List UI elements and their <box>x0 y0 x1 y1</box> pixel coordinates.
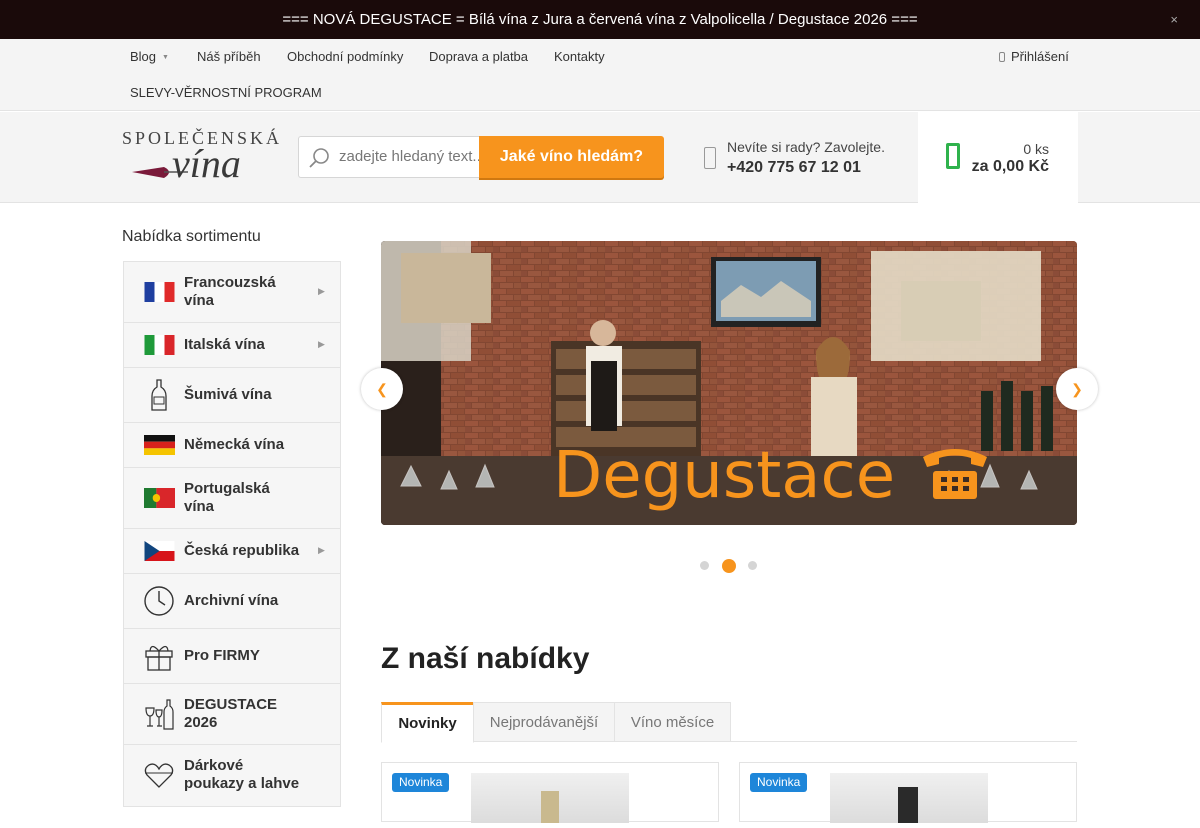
slide-caption: Degustace <box>553 439 895 513</box>
germany-flag-icon <box>144 435 175 455</box>
label-line: vína <box>184 498 215 515</box>
chevron-right-icon: ▶ <box>318 286 325 296</box>
heart-ribbon-icon <box>144 763 174 788</box>
chevron-right-icon: ❯ <box>1071 380 1083 397</box>
label-line: Dárkové <box>184 757 244 774</box>
announcement-text[interactable]: === NOVÁ DEGUSTACE = Bílá vína z Jura a … <box>282 11 917 28</box>
cart-widget[interactable]: 0 ks za 0,00 Kč <box>918 112 1078 203</box>
nav-item-shipping[interactable]: Doprava a platba <box>429 49 528 64</box>
tasting-glasses-icon <box>145 699 174 730</box>
sidebar-item-label: DEGUSTACE 2026 <box>184 696 277 732</box>
slider-next-button[interactable]: ❯ <box>1056 368 1098 410</box>
chevron-right-icon: ▶ <box>318 545 325 555</box>
wine-bottle-image <box>541 791 559 823</box>
france-flag-icon <box>144 282 175 302</box>
header: SPOLEČENSKÁ vína Jaké víno hledám? Nevít… <box>0 112 1200 203</box>
search-button[interactable]: Jaké víno hledám? <box>479 136 664 178</box>
product-image <box>471 773 629 823</box>
contact-question: Nevíte si rady? Zavolejte. <box>727 139 885 155</box>
new-badge: Novinka <box>392 773 450 792</box>
login-link[interactable]: Přihlášení <box>999 49 1069 64</box>
hero-slider[interactable]: Degustace <box>381 241 1077 525</box>
wine-bottle-image <box>898 787 918 823</box>
nav-item-blog[interactable]: Blog ▼ <box>130 49 169 64</box>
new-badge: Novinka <box>750 773 808 792</box>
phone-icon <box>704 147 716 169</box>
czech-flag-icon <box>144 541 175 561</box>
chevron-left-icon: ❮ <box>376 380 388 397</box>
champagne-bottle-icon <box>151 379 167 411</box>
sidebar-item-portugal[interactable]: Portugalská vína <box>124 468 340 529</box>
cart-count: 0 ks <box>1023 141 1049 157</box>
cart-icon <box>946 143 960 169</box>
nav-item-story[interactable]: Náš příběh <box>197 49 261 64</box>
sidebar-item-czech[interactable]: Česká republika ▶ <box>124 529 340 574</box>
logo-text-script: vína <box>172 141 241 186</box>
sidebar-item-companies[interactable]: Pro FIRMY <box>124 629 340 684</box>
clock-icon <box>144 586 174 616</box>
label-line: Francouzská <box>184 274 276 291</box>
portugal-flag-icon <box>144 488 175 508</box>
announcement-bar: === NOVÁ DEGUSTACE = Bílá vína z Jura a … <box>0 0 1200 39</box>
italy-flag-icon <box>144 335 175 355</box>
sidebar-item-label: Dárkové poukazy a lahve <box>184 757 299 793</box>
slider-dot-1[interactable] <box>700 561 709 570</box>
tab-novinky[interactable]: Novinky <box>381 702 474 743</box>
search-field <box>298 136 480 178</box>
label-line: 2026 <box>184 714 218 731</box>
contact-phone[interactable]: +420 775 67 12 01 <box>727 159 861 177</box>
sidebar-item-italy[interactable]: Italská vína ▶ <box>124 323 340 368</box>
gift-icon <box>145 645 173 671</box>
label-line: Portugalská <box>184 480 270 497</box>
search-icon <box>309 148 329 168</box>
label-line: vína <box>184 292 215 309</box>
logo[interactable]: SPOLEČENSKÁ vína <box>122 128 284 188</box>
close-icon[interactable]: × <box>1170 12 1178 27</box>
section-title: Z naší nabídky <box>381 642 590 675</box>
sidebar-item-archive[interactable]: Archivní vína <box>124 574 340 629</box>
label-line: poukazy a lahve <box>184 775 300 792</box>
tab-bestsellers[interactable]: Nejprodávanější <box>473 702 615 742</box>
cart-total: za 0,00 Kč <box>971 158 1049 175</box>
nav-item-terms[interactable]: Obchodní podmínky <box>287 49 403 64</box>
sidebar-item-germany[interactable]: Německá vína <box>124 423 340 468</box>
login-label: Přihlášení <box>1011 49 1069 64</box>
sidebar-item-label: Pro FIRMY <box>184 647 260 664</box>
sidebar-item-label: Francouzská vína <box>184 274 276 310</box>
nav-item-loyalty[interactable]: SLEVY-VĚRNOSTNÍ PROGRAM <box>130 85 322 100</box>
sidebar-menu: Francouzská vína ▶ Italská vína ▶ Šumivá … <box>123 261 341 807</box>
slider-dot-3[interactable] <box>748 561 757 570</box>
sidebar-title: Nabídka sortimentu <box>122 228 261 245</box>
product-image <box>830 773 988 823</box>
tab-wine-of-month[interactable]: Víno měsíce <box>614 702 731 742</box>
nav-item-contacts[interactable]: Kontakty <box>554 49 605 64</box>
sidebar-item-label: Německá vína <box>184 436 285 453</box>
search-input[interactable] <box>339 148 479 165</box>
sidebar-item-label: Italská vína <box>184 336 265 353</box>
chevron-down-icon: ▼ <box>162 54 169 62</box>
sidebar-item-label: Česká republika <box>184 542 300 559</box>
top-navigation: Blog ▼ Náš příběh Obchodní podmínky Dopra… <box>0 39 1200 111</box>
sidebar-item-sparkling[interactable]: Šumivá vína <box>124 368 340 423</box>
product-card[interactable]: Novinka <box>381 762 719 823</box>
chevron-right-icon: ▶ <box>318 339 325 349</box>
sidebar-item-tasting[interactable]: DEGUSTACE 2026 <box>124 684 340 745</box>
user-icon <box>999 52 1005 62</box>
nav-item-label: Blog <box>130 49 157 64</box>
slider-prev-button[interactable]: ❮ <box>361 368 403 410</box>
sidebar-item-gift-vouchers[interactable]: Dárkové poukazy a lahve <box>124 745 340 806</box>
sidebar-item-label: Archivní vína <box>184 592 279 609</box>
product-card[interactable]: Novinka <box>739 762 1077 823</box>
sidebar-item-label: Šumivá vína <box>184 386 272 403</box>
label-line: DEGUSTACE <box>184 696 278 713</box>
sidebar-item-label: Portugalská vína <box>184 480 270 516</box>
sidebar-item-france[interactable]: Francouzská vína ▶ <box>124 262 340 323</box>
slide-image: Degustace <box>381 241 1077 525</box>
slider-dot-2[interactable] <box>722 559 736 573</box>
